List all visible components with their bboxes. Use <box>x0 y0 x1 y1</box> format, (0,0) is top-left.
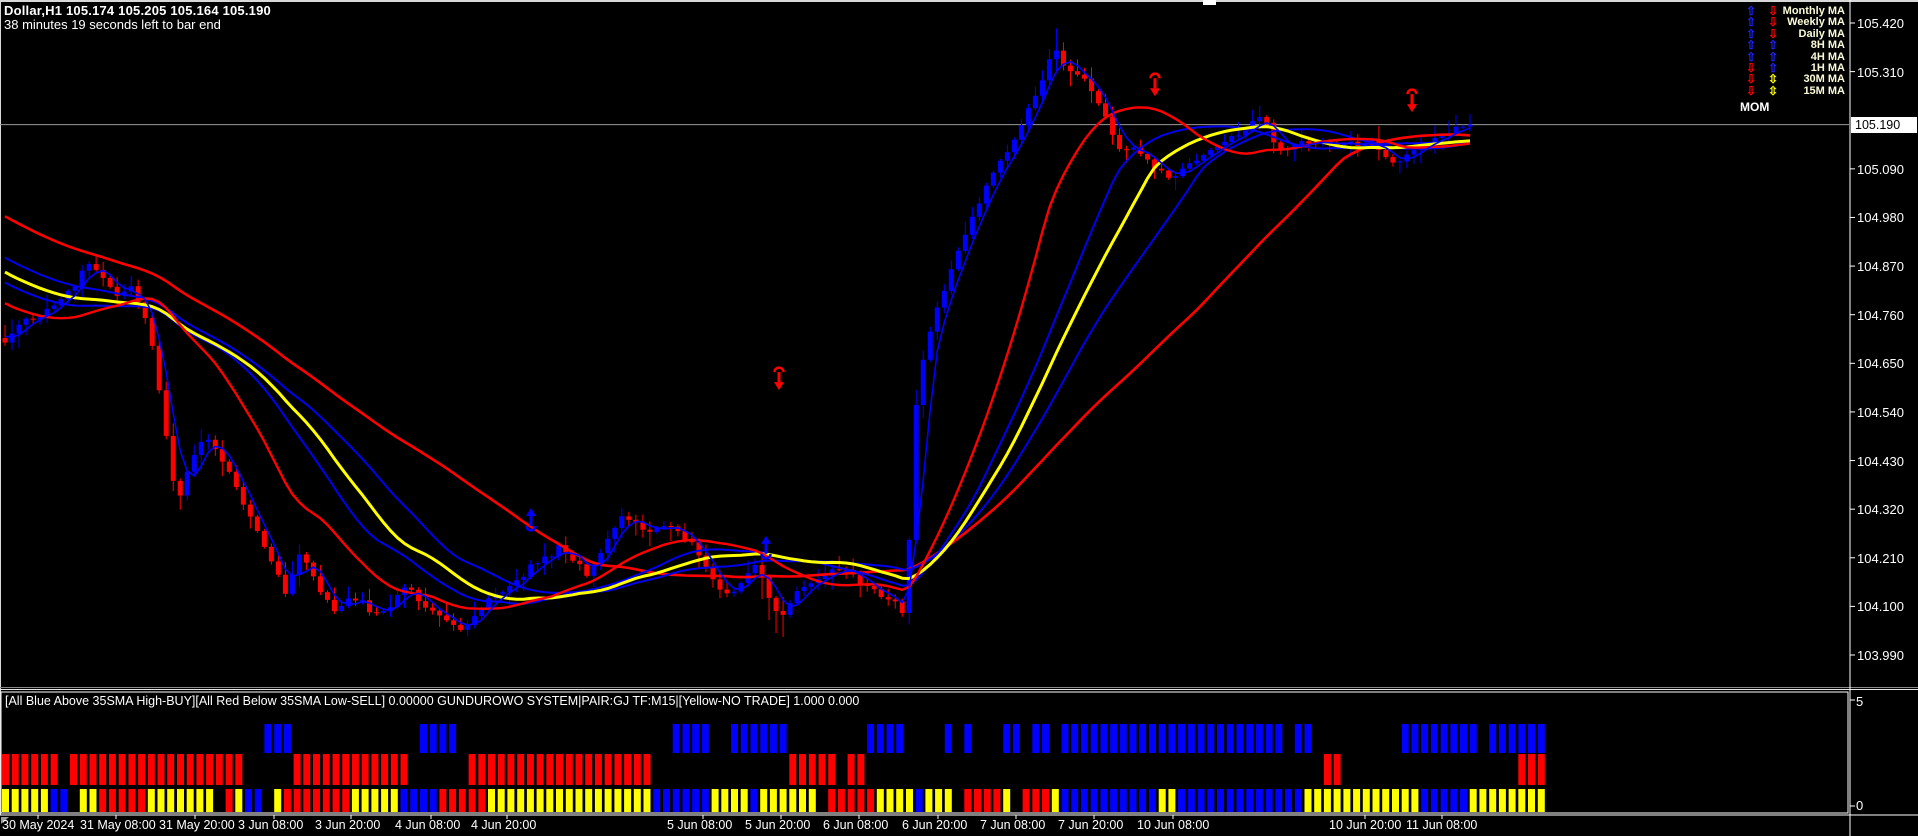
time-tick-label: 31 May 08:00 <box>80 818 156 832</box>
price-tick-label: 104.100 <box>1857 599 1904 615</box>
time-tick-label: 6 Jun 20:00 <box>902 818 968 832</box>
legend-label-30m-ma: 30M MA <box>1803 73 1845 86</box>
symbol-ohlc-text: Dollar,H1 105.174 105.205 105.164 105.19… <box>4 3 271 18</box>
time-tick-label: 10 Jun 08:00 <box>1137 818 1210 832</box>
price-tick-label: 104.540 <box>1857 404 1904 420</box>
time-tick-label: 5 Jun 08:00 <box>667 818 733 832</box>
bar-countdown-text: 38 minutes 19 seconds left to bar end <box>4 17 221 32</box>
time-tick-label: 4 Jun 08:00 <box>395 818 461 832</box>
time-tick-label: 7 Jun 08:00 <box>980 818 1046 832</box>
legend-label-daily-ma: Daily MA <box>1798 27 1845 40</box>
time-tick-label: 5 Jun 20:00 <box>745 818 811 832</box>
time-tick-label: 30 May 2024 <box>2 818 75 832</box>
legend-arrow-updown-icon: ⇳ <box>1768 83 1779 98</box>
time-tick-label: 31 May 20:00 <box>159 818 235 832</box>
panel-splitter[interactable] <box>0 687 1918 688</box>
price-tick-label: 104.760 <box>1857 307 1904 323</box>
legend-label-1h-ma: 1H MA <box>1810 62 1845 74</box>
mom-indicator-label: MOM <box>1740 100 1770 114</box>
legend-label-monthly-ma: Monthly MA <box>1782 5 1845 17</box>
time-tick-label: 11 Jun 08:00 <box>1406 818 1478 832</box>
price-tick-label: 103.990 <box>1857 648 1904 663</box>
price-tick-label: 105.090 <box>1857 161 1904 177</box>
price-tick-label: 104.320 <box>1857 502 1904 518</box>
current-price-box: 105.190 <box>1851 117 1917 133</box>
chart-canvas[interactable] <box>0 0 1918 836</box>
legend-label-weekly-ma: Weekly MA <box>1787 16 1845 29</box>
time-tick-label: 4 Jun 20:00 <box>471 818 537 832</box>
legend-label-8h-ma: 8H MA <box>1810 39 1845 52</box>
time-tick-label: 3 Jun 20:00 <box>315 818 381 832</box>
price-tick-label: 105.420 <box>1857 16 1904 31</box>
price-tick-label: 104.870 <box>1857 259 1904 275</box>
legend-label-4h-ma: 4H MA <box>1810 50 1845 63</box>
price-tick-label: 105.310 <box>1857 64 1904 80</box>
price-tick-label: 104.210 <box>1857 550 1904 566</box>
time-tick-label: 7 Jun 20:00 <box>1058 818 1124 832</box>
legend-label-15m-ma: 15M MA <box>1803 84 1845 97</box>
legend-arrow-down-icon: ⇩ <box>1746 83 1757 98</box>
price-tick-label: 104.650 <box>1857 356 1904 372</box>
price-tick-label: 104.430 <box>1857 453 1904 469</box>
indicator-scale-min: 0 <box>1856 798 1864 813</box>
indicator-title-text: [All Blue Above 35SMA High-BUY][All Red … <box>5 694 860 708</box>
time-tick-label: 10 Jun 20:00 <box>1329 818 1402 832</box>
price-tick-label: 104.980 <box>1857 210 1904 226</box>
chart-window: Dollar,H1 105.174 105.205 105.164 105.19… <box>0 0 1918 836</box>
time-tick-label: 3 Jun 08:00 <box>238 818 304 832</box>
indicator-scale-max: 5 <box>1856 694 1864 709</box>
time-tick-label: 6 Jun 08:00 <box>823 818 889 832</box>
